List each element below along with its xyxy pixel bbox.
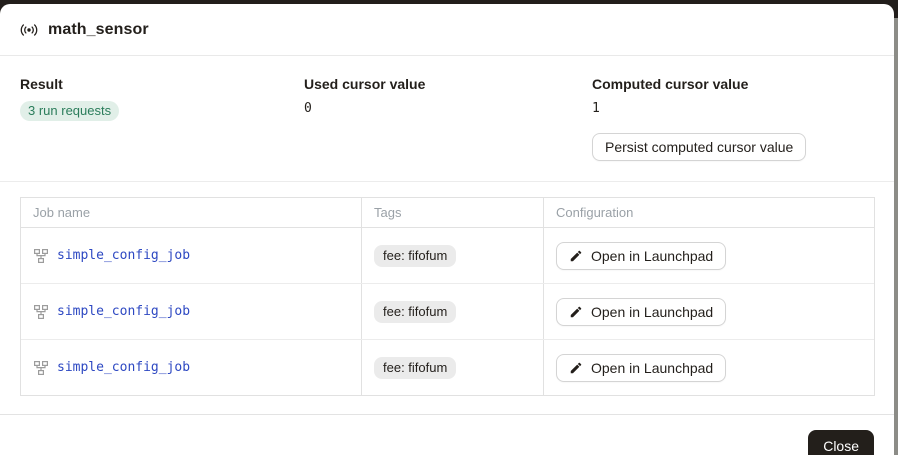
sensor-evaluation-dialog: math_sensor Result 3 run requests Used c… [0,4,894,455]
dialog-header: math_sensor [0,4,894,56]
tags-cell: fee: fifofum [361,228,543,283]
used-cursor-value: 0 [304,101,592,116]
persist-cursor-button[interactable]: Persist computed cursor value [592,133,806,161]
used-cursor-section: Used cursor value 0 [304,76,592,116]
table-header-row: Job name Tags Configuration [21,198,874,228]
computed-cursor-value: 1 [592,101,874,116]
column-header-tags: Tags [361,198,543,227]
run-requests-badge: 3 run requests [20,101,119,121]
pencil-icon [569,249,583,263]
job-name-cell: simple_config_job [21,284,361,339]
computed-cursor-label: Computed cursor value [592,76,874,92]
job-name-cell: simple_config_job [21,340,361,395]
job-name-link[interactable]: simple_config_job [57,360,190,375]
tag-pill: fee: fifofum [374,357,456,379]
open-in-launchpad-label: Open in Launchpad [591,304,713,320]
job-name-cell: simple_config_job [21,228,361,283]
summary-divider [0,181,894,182]
job-graph-icon [33,304,49,320]
used-cursor-label: Used cursor value [304,76,592,92]
column-header-configuration: Configuration [543,198,874,227]
computed-cursor-section: Computed cursor value 1 Persist computed… [592,76,874,161]
result-section: Result 3 run requests [20,76,304,121]
configuration-cell: Open in Launchpad [543,340,874,395]
table-row: simple_config_job fee: fifofum Open in L… [21,340,874,395]
dialog-title: math_sensor [48,21,149,39]
table-row: simple_config_job fee: fifofum Open in L… [21,284,874,340]
tag-pill: fee: fifofum [374,245,456,267]
job-name-link[interactable]: simple_config_job [57,304,190,319]
close-button[interactable]: Close [808,430,874,455]
open-in-launchpad-label: Open in Launchpad [591,248,713,264]
job-name-link[interactable]: simple_config_job [57,248,190,263]
tags-cell: fee: fifofum [361,340,543,395]
pencil-icon [569,305,583,319]
evaluation-summary: Result 3 run requests Used cursor value … [0,56,894,161]
tags-cell: fee: fifofum [361,284,543,339]
table-row: simple_config_job fee: fifofum Open in L… [21,228,874,284]
run-requests-table: Job name Tags Configuration simple_confi… [20,197,875,396]
open-in-launchpad-button[interactable]: Open in Launchpad [556,298,726,326]
tag-pill: fee: fifofum [374,301,456,323]
dialog-footer: Close [0,415,894,455]
open-in-launchpad-button[interactable]: Open in Launchpad [556,354,726,382]
job-graph-icon [33,360,49,376]
column-header-job-name: Job name [21,198,361,227]
open-in-launchpad-button[interactable]: Open in Launchpad [556,242,726,270]
job-graph-icon [33,248,49,264]
configuration-cell: Open in Launchpad [543,228,874,283]
pencil-icon [569,361,583,375]
open-in-launchpad-label: Open in Launchpad [591,360,713,376]
sensor-signal-icon [20,21,38,39]
result-label: Result [20,76,304,92]
configuration-cell: Open in Launchpad [543,284,874,339]
